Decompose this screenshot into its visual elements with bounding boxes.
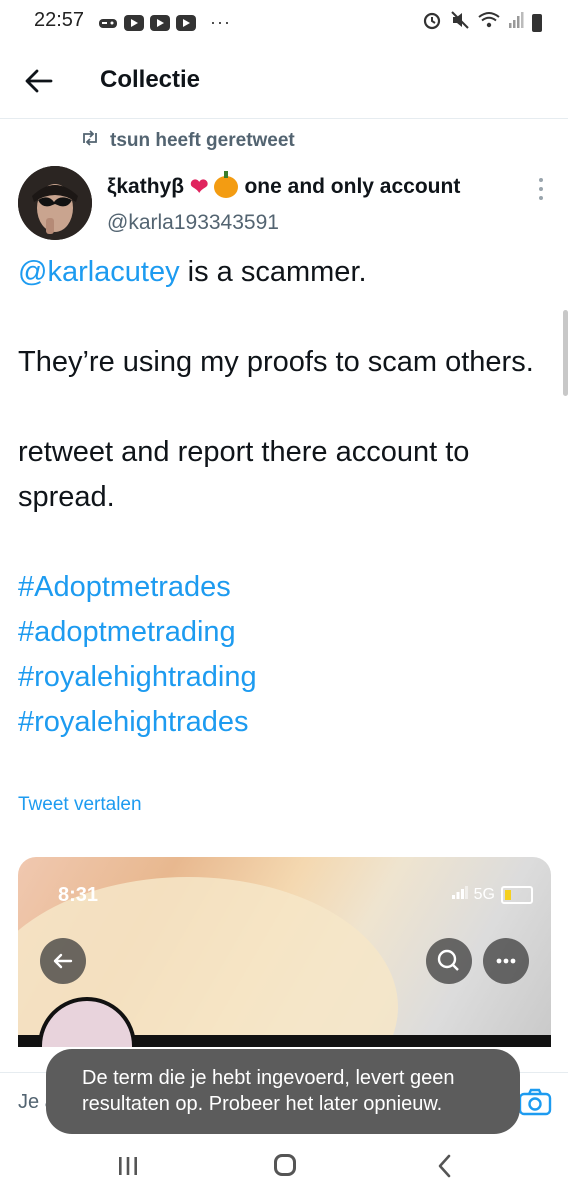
error-toast: De term die je hebt ingevoerd, levert ge… — [46, 1049, 520, 1134]
tweet-line: They’re using my proofs to scam others. — [18, 346, 534, 378]
tweet-body: @karlacutey is a scammer. They’re using … — [18, 250, 548, 745]
mute-icon — [450, 10, 470, 35]
app-header: Collectie — [0, 44, 568, 119]
media-time: 8:31 — [58, 884, 99, 906]
tweet-text-segment: is a scammer. — [179, 256, 367, 288]
pumpkin-icon — [214, 171, 239, 198]
youtube-icon — [176, 14, 196, 31]
system-navigation-bar — [0, 1140, 568, 1200]
mention-link[interactable]: @karlacutey — [18, 256, 180, 288]
hashtag-link[interactable]: #Adoptmetrades — [18, 565, 548, 610]
status-bar: 22:57 ··· — [0, 0, 568, 44]
nav-back-icon[interactable] — [436, 1154, 454, 1178]
retweet-label: tsun heeft geretweet — [110, 130, 295, 151]
back-arrow-icon[interactable] — [22, 64, 56, 98]
more-notifications-icon: ··· — [210, 12, 231, 32]
wifi-icon — [478, 11, 500, 34]
tweet-media-image[interactable]: 8:31 5G — [18, 857, 551, 1047]
youtube-icon — [150, 14, 170, 31]
media-network: 5G — [473, 885, 495, 903]
camera-icon[interactable] — [518, 1087, 552, 1117]
hashtag-link[interactable]: #royalehightrading — [18, 655, 548, 700]
hashtag-link[interactable]: #adoptmetrading — [18, 610, 548, 655]
tweet-more-options-icon[interactable] — [536, 178, 546, 204]
battery-icon — [532, 13, 542, 32]
toast-message: De term die je hebt ingevoerd, levert ge… — [82, 1067, 455, 1115]
signal-icon — [508, 11, 524, 34]
media-battery-icon — [501, 885, 533, 904]
author-name[interactable]: ξkathyβ ❤ one and only account — [107, 171, 461, 200]
retweet-icon — [80, 130, 100, 152]
author-handle[interactable]: @karla193343591 — [107, 211, 279, 235]
system-icons — [422, 10, 542, 35]
tweet-line: retweet and report there account to spre… — [18, 436, 470, 513]
tweet-line: @karlacutey is a scammer. — [18, 250, 548, 295]
game-controller-icon — [98, 15, 118, 31]
status-time: 22:57 — [34, 9, 85, 31]
media-more-icon — [483, 938, 529, 984]
display-name-suffix: one and only account — [244, 175, 461, 198]
media-back-icon — [40, 938, 86, 984]
hashtag-link[interactable]: #royalehightrades — [18, 700, 548, 745]
heart-icon: ❤ — [190, 174, 209, 199]
youtube-icon — [124, 14, 144, 31]
scroll-indicator[interactable] — [563, 310, 568, 396]
media-search-icon — [426, 938, 472, 984]
notification-icons: ··· — [98, 12, 231, 33]
display-name: ξkathyβ — [107, 175, 185, 198]
retweeted-by[interactable]: tsun heeft geretweet — [80, 130, 295, 152]
recent-apps-icon[interactable] — [117, 1156, 139, 1176]
home-icon[interactable] — [274, 1154, 296, 1176]
alarm-icon — [422, 10, 442, 35]
media-signal-icon — [451, 885, 468, 904]
media-status-icons: 5G — [451, 885, 533, 904]
avatar[interactable] — [18, 166, 92, 240]
page-title: Collectie — [100, 66, 201, 93]
translate-tweet-link[interactable]: Tweet vertalen — [18, 794, 142, 816]
